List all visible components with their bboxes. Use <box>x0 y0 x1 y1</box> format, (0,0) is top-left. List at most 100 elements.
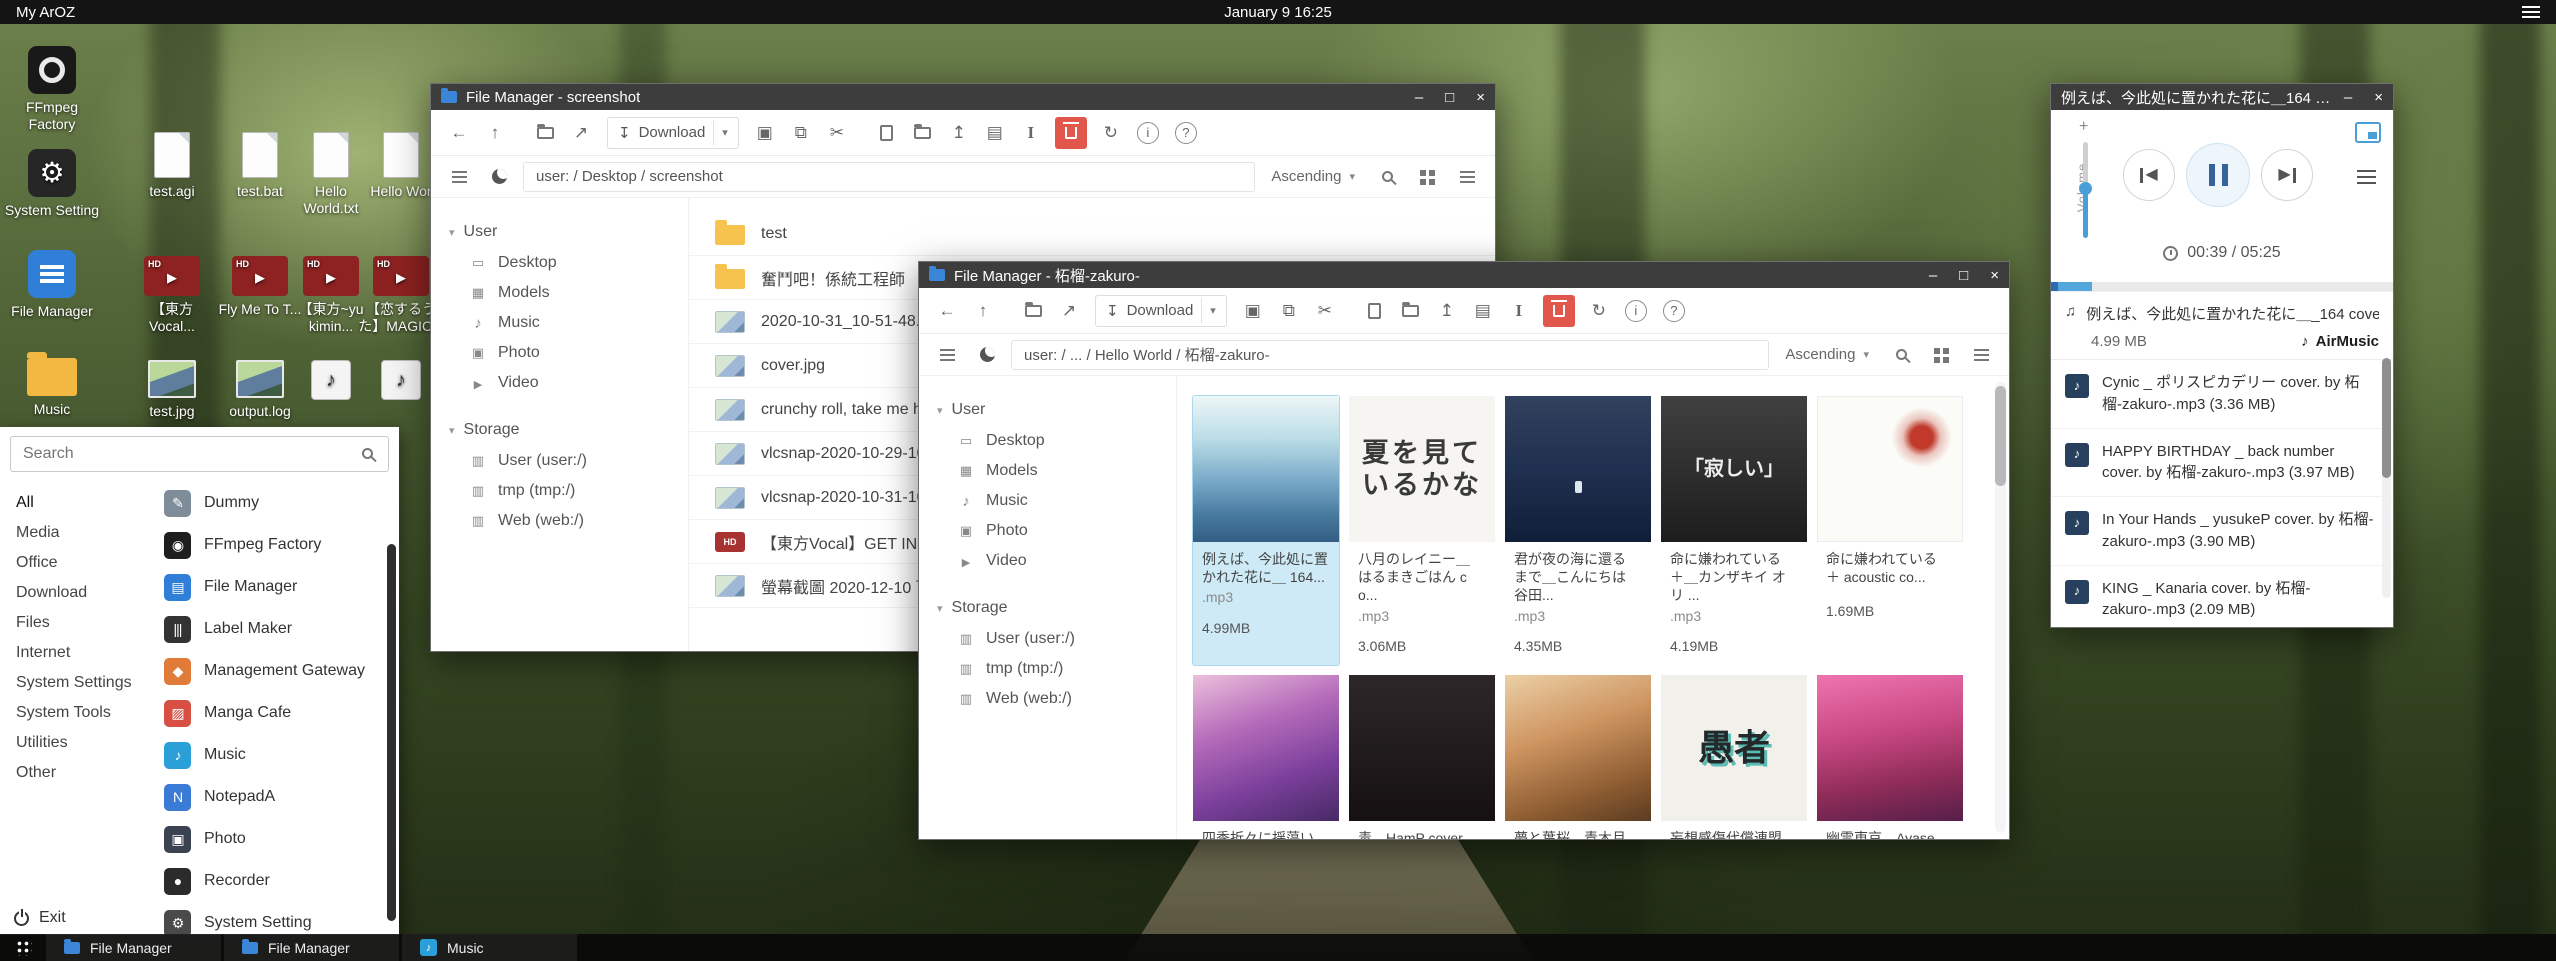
category-item[interactable]: Files <box>16 608 152 638</box>
file-tile[interactable]: 命に嫌われている ＋ acoustic co... 1.69MB <box>1817 396 1963 665</box>
refresh-button[interactable]: ↻ <box>1583 295 1615 327</box>
category-item[interactable]: System Tools <box>16 698 152 728</box>
help-button[interactable]: ? <box>1175 122 1197 144</box>
copy-button[interactable]: ⧉ <box>785 117 817 149</box>
playlist-menu-icon[interactable] <box>2357 170 2376 172</box>
chevron-down-icon[interactable]: ▾ <box>713 120 736 145</box>
app-list-item[interactable]: ⚙ System Setting <box>152 902 399 935</box>
delete-button[interactable] <box>1055 117 1087 149</box>
up-button[interactable]: ↑ <box>967 295 999 327</box>
category-item[interactable]: Utilities <box>16 728 152 758</box>
sidebar-item[interactable]: tmp (tmp:/) <box>919 654 1176 684</box>
playlist-item[interactable]: ♪ Cynic _ ポリスピカデリー cover. by 柘榴-zakuro-.… <box>2051 360 2393 429</box>
path-input[interactable]: user: / Desktop / screenshot <box>523 162 1255 192</box>
app-list-item[interactable]: ♪ Music <box>152 734 399 776</box>
new-file-button[interactable] <box>1359 295 1391 327</box>
app-list-item[interactable]: ▨ Manga Cafe <box>152 692 399 734</box>
back-button[interactable]: ← <box>443 117 475 149</box>
app-list-item[interactable]: ▤ File Manager <box>152 566 399 608</box>
now-playing-row[interactable]: ♫ 例えば、今此処に置かれた花に＿_164 cover. by 柘 4.99 M… <box>2051 292 2393 360</box>
help-button[interactable]: ? <box>1663 300 1685 322</box>
maximize-button[interactable]: □ <box>1445 89 1454 106</box>
category-item[interactable]: Download <box>16 578 152 608</box>
file-tile[interactable]: 夏を見て いるかな 八月のレイニー＿ はるまきごはん co... .mp3 3.… <box>1349 396 1495 665</box>
app-list-item[interactable]: ◉ FFmpeg Factory <box>152 524 399 566</box>
taskbar-task[interactable]: Music <box>402 934 577 961</box>
playlist-item[interactable]: ♪ HAPPY BIRTHDAY _ back number cover. by… <box>2051 429 2393 498</box>
sidebar-item[interactable]: User (user:/) <box>919 624 1176 654</box>
sidebar-item[interactable]: Music <box>431 308 688 338</box>
desktop-icon-file-manager[interactable]: File Manager <box>4 250 100 320</box>
sidebar-item[interactable]: Models <box>431 278 688 308</box>
grid-view-button[interactable] <box>1925 339 1957 371</box>
new-file-button[interactable] <box>871 117 903 149</box>
file-tile[interactable]: 四季折々に揺蕩いて... <box>1193 675 1339 839</box>
maximize-button[interactable]: □ <box>1959 267 1968 284</box>
refresh-button[interactable]: ↻ <box>1095 117 1127 149</box>
app-list-item[interactable]: ✎ Dummy <box>152 482 399 524</box>
volume-thumb[interactable] <box>2079 182 2092 195</box>
sidebar-item[interactable]: Desktop <box>431 248 688 278</box>
taskbar-task[interactable]: File Manager <box>224 934 399 961</box>
copy-button[interactable]: ⧉ <box>1273 295 1305 327</box>
sidebar-item[interactable]: Video <box>919 546 1176 576</box>
sidebar-section-user[interactable]: ▾ User <box>431 216 688 248</box>
desktop-icon-ffmpeg-factory[interactable]: FFmpeg Factory <box>4 46 100 133</box>
file-tile[interactable]: 毒＿HamP cover... <box>1349 675 1495 839</box>
info-button[interactable]: i <box>1137 122 1159 144</box>
file-tile[interactable]: 君が夜の海に還る まで＿こんにちは 谷田... .mp3 4.35MB <box>1505 396 1651 665</box>
volume-slider[interactable]: + Volume <box>2063 118 2111 258</box>
desktop-file[interactable]: 【東方Vocal... <box>129 256 215 335</box>
list-view-button[interactable] <box>1451 161 1483 193</box>
sort-dropdown[interactable]: Ascending ▾ <box>1271 168 1355 185</box>
file-tile[interactable]: 「寂しい」 命に嫌われている ＋＿カンザキイ オリ ... .mp3 4.19M… <box>1661 396 1807 665</box>
scrollbar[interactable] <box>1995 382 2006 833</box>
share-button[interactable]: ↗ <box>565 117 597 149</box>
scrollbar-thumb[interactable] <box>1995 386 2006 486</box>
brand-label[interactable]: My ArOZ <box>16 4 75 21</box>
up-button[interactable]: ↑ <box>479 117 511 149</box>
scrollbar-thumb[interactable] <box>2382 358 2391 478</box>
search-input[interactable] <box>10 436 389 472</box>
taskbar-task[interactable]: File Manager <box>46 934 221 961</box>
playlist-item[interactable]: ♪ In Your Hands _ yusukeP cover. by 柘榴-z… <box>2051 497 2393 566</box>
paste-button[interactable]: ▣ <box>749 117 781 149</box>
new-folder-button[interactable] <box>907 117 939 149</box>
rename-button[interactable]: I <box>1503 295 1535 327</box>
sidebar-item[interactable]: Web (web:/) <box>431 506 688 536</box>
dark-mode-toggle[interactable] <box>971 339 1003 371</box>
next-track-button[interactable]: ▶ <box>2261 149 2313 201</box>
file-tile[interactable]: 夢と葉桜＿青木月... <box>1505 675 1651 839</box>
playlist-item[interactable]: ♪ KING _ Kanaria cover. by 柘榴-zakuro-.mp… <box>2051 566 2393 628</box>
minimize-button[interactable]: – <box>1929 267 1937 284</box>
properties-button[interactable]: ▤ <box>979 117 1011 149</box>
dark-mode-toggle[interactable] <box>483 161 515 193</box>
desktop-icon-system-setting[interactable]: ⚙ System Setting <box>4 149 100 219</box>
category-item[interactable]: System Settings <box>16 668 152 698</box>
close-button[interactable]: × <box>2374 89 2383 106</box>
share-button[interactable]: ↗ <box>1053 295 1085 327</box>
sidebar-section-storage[interactable]: ▾ Storage <box>431 414 688 446</box>
file-tile[interactable]: 例えば、今此処に置かれた花に＿ 164... .mp3 4.99MB <box>1193 396 1339 665</box>
window-titlebar[interactable]: 例えば、今此処に置かれた花に＿164 c... – × <box>2051 84 2393 110</box>
open-folder-button[interactable] <box>1017 295 1049 327</box>
upload-button[interactable]: ↥ <box>943 117 975 149</box>
new-folder-button[interactable] <box>1395 295 1427 327</box>
app-list-item[interactable]: ● Recorder <box>152 860 399 902</box>
category-item[interactable]: Office <box>16 548 152 578</box>
category-item[interactable]: All <box>16 488 152 518</box>
close-button[interactable]: × <box>1990 267 1999 284</box>
app-launcher-button[interactable] <box>0 934 46 961</box>
path-input[interactable]: user: / ... / Hello World / 柘榴-zakuro- <box>1011 340 1769 370</box>
paste-button[interactable]: ▣ <box>1237 295 1269 327</box>
scrollbar[interactable] <box>387 544 396 921</box>
list-view-button[interactable] <box>1965 339 1997 371</box>
window-titlebar[interactable]: File Manager - 柘榴-zakuro- – □ × <box>919 262 2009 288</box>
cast-icon[interactable] <box>2355 122 2381 143</box>
sidebar-item[interactable]: User (user:/) <box>431 446 688 476</box>
sidebar-section-user[interactable]: ▾ User <box>919 394 1176 426</box>
airmusic-badge[interactable]: ♪ AirMusic <box>2301 333 2379 350</box>
search-button[interactable] <box>1885 339 1917 371</box>
file-tile[interactable]: 幽霊東京＿Ayase... <box>1817 675 1963 839</box>
sidebar-item[interactable]: Models <box>919 456 1176 486</box>
